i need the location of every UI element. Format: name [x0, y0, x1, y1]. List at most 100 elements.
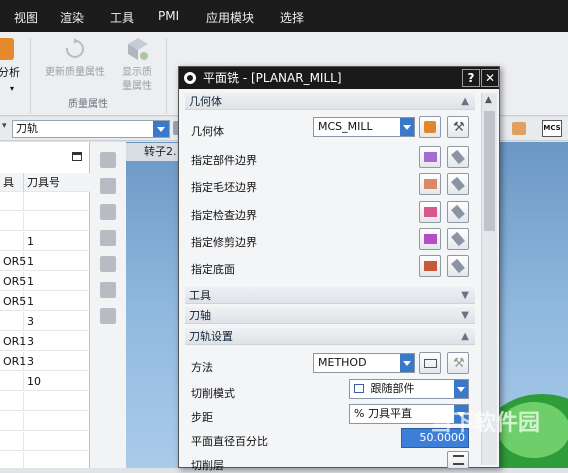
path-icon[interactable] [100, 230, 116, 246]
section-path-settings-label: 刀轨设置 [189, 330, 233, 343]
table-cell-tool-number[interactable]: 1 [24, 272, 90, 291]
geometry-label: 几何体 [191, 125, 224, 138]
table-cell-tool-number[interactable]: 3 [24, 352, 90, 371]
section-geometry[interactable]: 几何体 ▲ [185, 93, 475, 110]
section-path-settings[interactable]: 刀轨设置 ▲ [185, 328, 475, 345]
tool-icon[interactable] [100, 152, 116, 168]
ribbon-group-label: 质量属性 [68, 99, 108, 110]
table-cell-tool[interactable] [0, 192, 24, 211]
analysis-icon [0, 38, 14, 60]
floor-icon [424, 261, 437, 271]
table-cell-tool-number[interactable]: 3 [24, 332, 90, 351]
table-cell-tool[interactable] [0, 312, 24, 331]
table-cell-tool-number[interactable] [24, 212, 90, 231]
percent-label: 平面直径百分比 [191, 435, 268, 448]
part-boundary-button[interactable] [419, 146, 441, 168]
edit-geometry-button[interactable]: ⚒ [447, 116, 469, 138]
floor-label: 指定底面 [191, 263, 235, 276]
mcs-icon[interactable]: MCS [542, 120, 562, 137]
menu-application[interactable]: 应用模块 [206, 9, 254, 26]
table-cell-tool[interactable] [0, 212, 24, 231]
analysis-button[interactable]: 分析 ▾ [0, 36, 26, 100]
menu-tools[interactable]: 工具 [110, 9, 134, 26]
display-check-boundary-button[interactable] [447, 201, 469, 223]
menu-bar: 视图 渲染 工具 PMI 应用模块 选择 [0, 0, 568, 32]
display-part-boundary-button[interactable] [447, 146, 469, 168]
edit-method-button[interactable]: ⚒ [447, 352, 469, 374]
flashlight-icon [451, 176, 465, 192]
cut-mode-label: 切削模式 [191, 387, 235, 400]
table-cell-tool[interactable] [0, 372, 24, 391]
refresh-icon[interactable] [100, 282, 116, 298]
type-filter-combo[interactable]: 刀轨 [12, 120, 170, 138]
trim-boundary-button[interactable] [419, 228, 441, 250]
help-button[interactable]: ? [462, 69, 480, 87]
maximize-icon[interactable] [72, 152, 82, 161]
part-icon[interactable] [512, 122, 526, 135]
geometry-dropdown[interactable]: MCS_MILL [313, 117, 415, 137]
geometry-dropdown-value: MCS_MILL [318, 120, 373, 133]
table-cell-tool-number[interactable]: 10 [24, 372, 90, 391]
table-cell-tool-number[interactable]: 1 [24, 252, 90, 271]
table-cell-tool-number[interactable]: 3 [24, 312, 90, 331]
menu-pmi[interactable]: PMI [158, 9, 179, 23]
geometry-icon[interactable] [100, 178, 116, 194]
show-quality-button[interactable]: 显示质 量属性 [114, 36, 160, 92]
cut-mode-dropdown[interactable]: 跟随部件 [349, 379, 469, 399]
update-quality-button[interactable]: 更新质量属性 [36, 36, 114, 92]
col-header-tool[interactable]: 具 [0, 173, 24, 192]
section-axis[interactable]: 刀轴 ▼ [185, 307, 475, 324]
method-dropdown[interactable]: METHOD [313, 353, 415, 373]
scrollbar-thumb[interactable] [484, 111, 495, 231]
display-floor-button[interactable] [447, 255, 469, 277]
dropdown-arrow-icon[interactable]: ▾ [2, 121, 7, 131]
menu-render[interactable]: 渲染 [60, 9, 84, 26]
quality-properties-icon [128, 38, 148, 60]
part-boundary-label: 指定部件边界 [191, 154, 257, 167]
table-cell-tool-number[interactable] [24, 432, 90, 451]
ribbon-separator [30, 38, 31, 114]
cut-mode-icon [354, 384, 364, 393]
new-geometry-button[interactable] [419, 116, 441, 138]
method-icon[interactable] [100, 204, 116, 220]
menu-select[interactable]: 选择 [280, 9, 304, 26]
trim-boundary-label: 指定修剪边界 [191, 236, 257, 249]
table-cell-tool[interactable]: OR5 [0, 272, 26, 291]
tab-part-file[interactable]: 转子2. [126, 143, 184, 161]
table-cell-tool[interactable]: OR5 [0, 252, 26, 271]
table-cell-tool[interactable] [0, 432, 24, 451]
layout-icon[interactable] [100, 308, 116, 324]
table-cell-tool[interactable] [0, 392, 24, 411]
analysis-label: 分析 [0, 66, 20, 79]
table-cell-tool-number[interactable]: 1 [24, 232, 90, 251]
solid-icon[interactable] [100, 256, 116, 272]
scroll-up-icon[interactable]: ▲ [485, 95, 492, 105]
section-tool[interactable]: 工具 ▼ [185, 287, 475, 304]
col-header-tool-number[interactable]: 刀具号 [24, 173, 90, 192]
menu-view[interactable]: 视图 [14, 9, 38, 26]
table-cell-tool-number[interactable] [24, 392, 90, 411]
check-boundary-button[interactable] [419, 201, 441, 223]
dialog-title[interactable]: 平面铣 - [PLANAR_MILL] [179, 67, 499, 89]
table-cell-tool-number[interactable] [24, 192, 90, 211]
blank-boundary-button[interactable] [419, 173, 441, 195]
display-trim-boundary-button[interactable] [447, 228, 469, 250]
table-cell-tool[interactable] [0, 412, 24, 431]
table-cell-tool[interactable]: OR1 [0, 352, 26, 371]
gear-icon[interactable] [184, 72, 196, 84]
table-cell-tool[interactable]: OR5 [0, 292, 26, 311]
flashlight-icon [451, 204, 465, 220]
new-method-button[interactable] [419, 352, 441, 374]
table-cell-tool-number[interactable]: 1 [24, 292, 90, 311]
chevron-down-icon [400, 354, 414, 372]
table-cell-tool[interactable]: OR1 [0, 332, 26, 351]
display-blank-boundary-button[interactable] [447, 173, 469, 195]
close-button[interactable]: ✕ [481, 69, 499, 87]
cut-levels-button[interactable] [447, 451, 469, 469]
table-cell-tool[interactable] [0, 452, 24, 471]
table-cell-tool-number[interactable] [24, 452, 90, 471]
table-cell-tool-number[interactable] [24, 412, 90, 431]
table-cell-tool[interactable] [0, 232, 24, 251]
floor-button[interactable] [419, 255, 441, 277]
boundary-icon [424, 207, 437, 217]
